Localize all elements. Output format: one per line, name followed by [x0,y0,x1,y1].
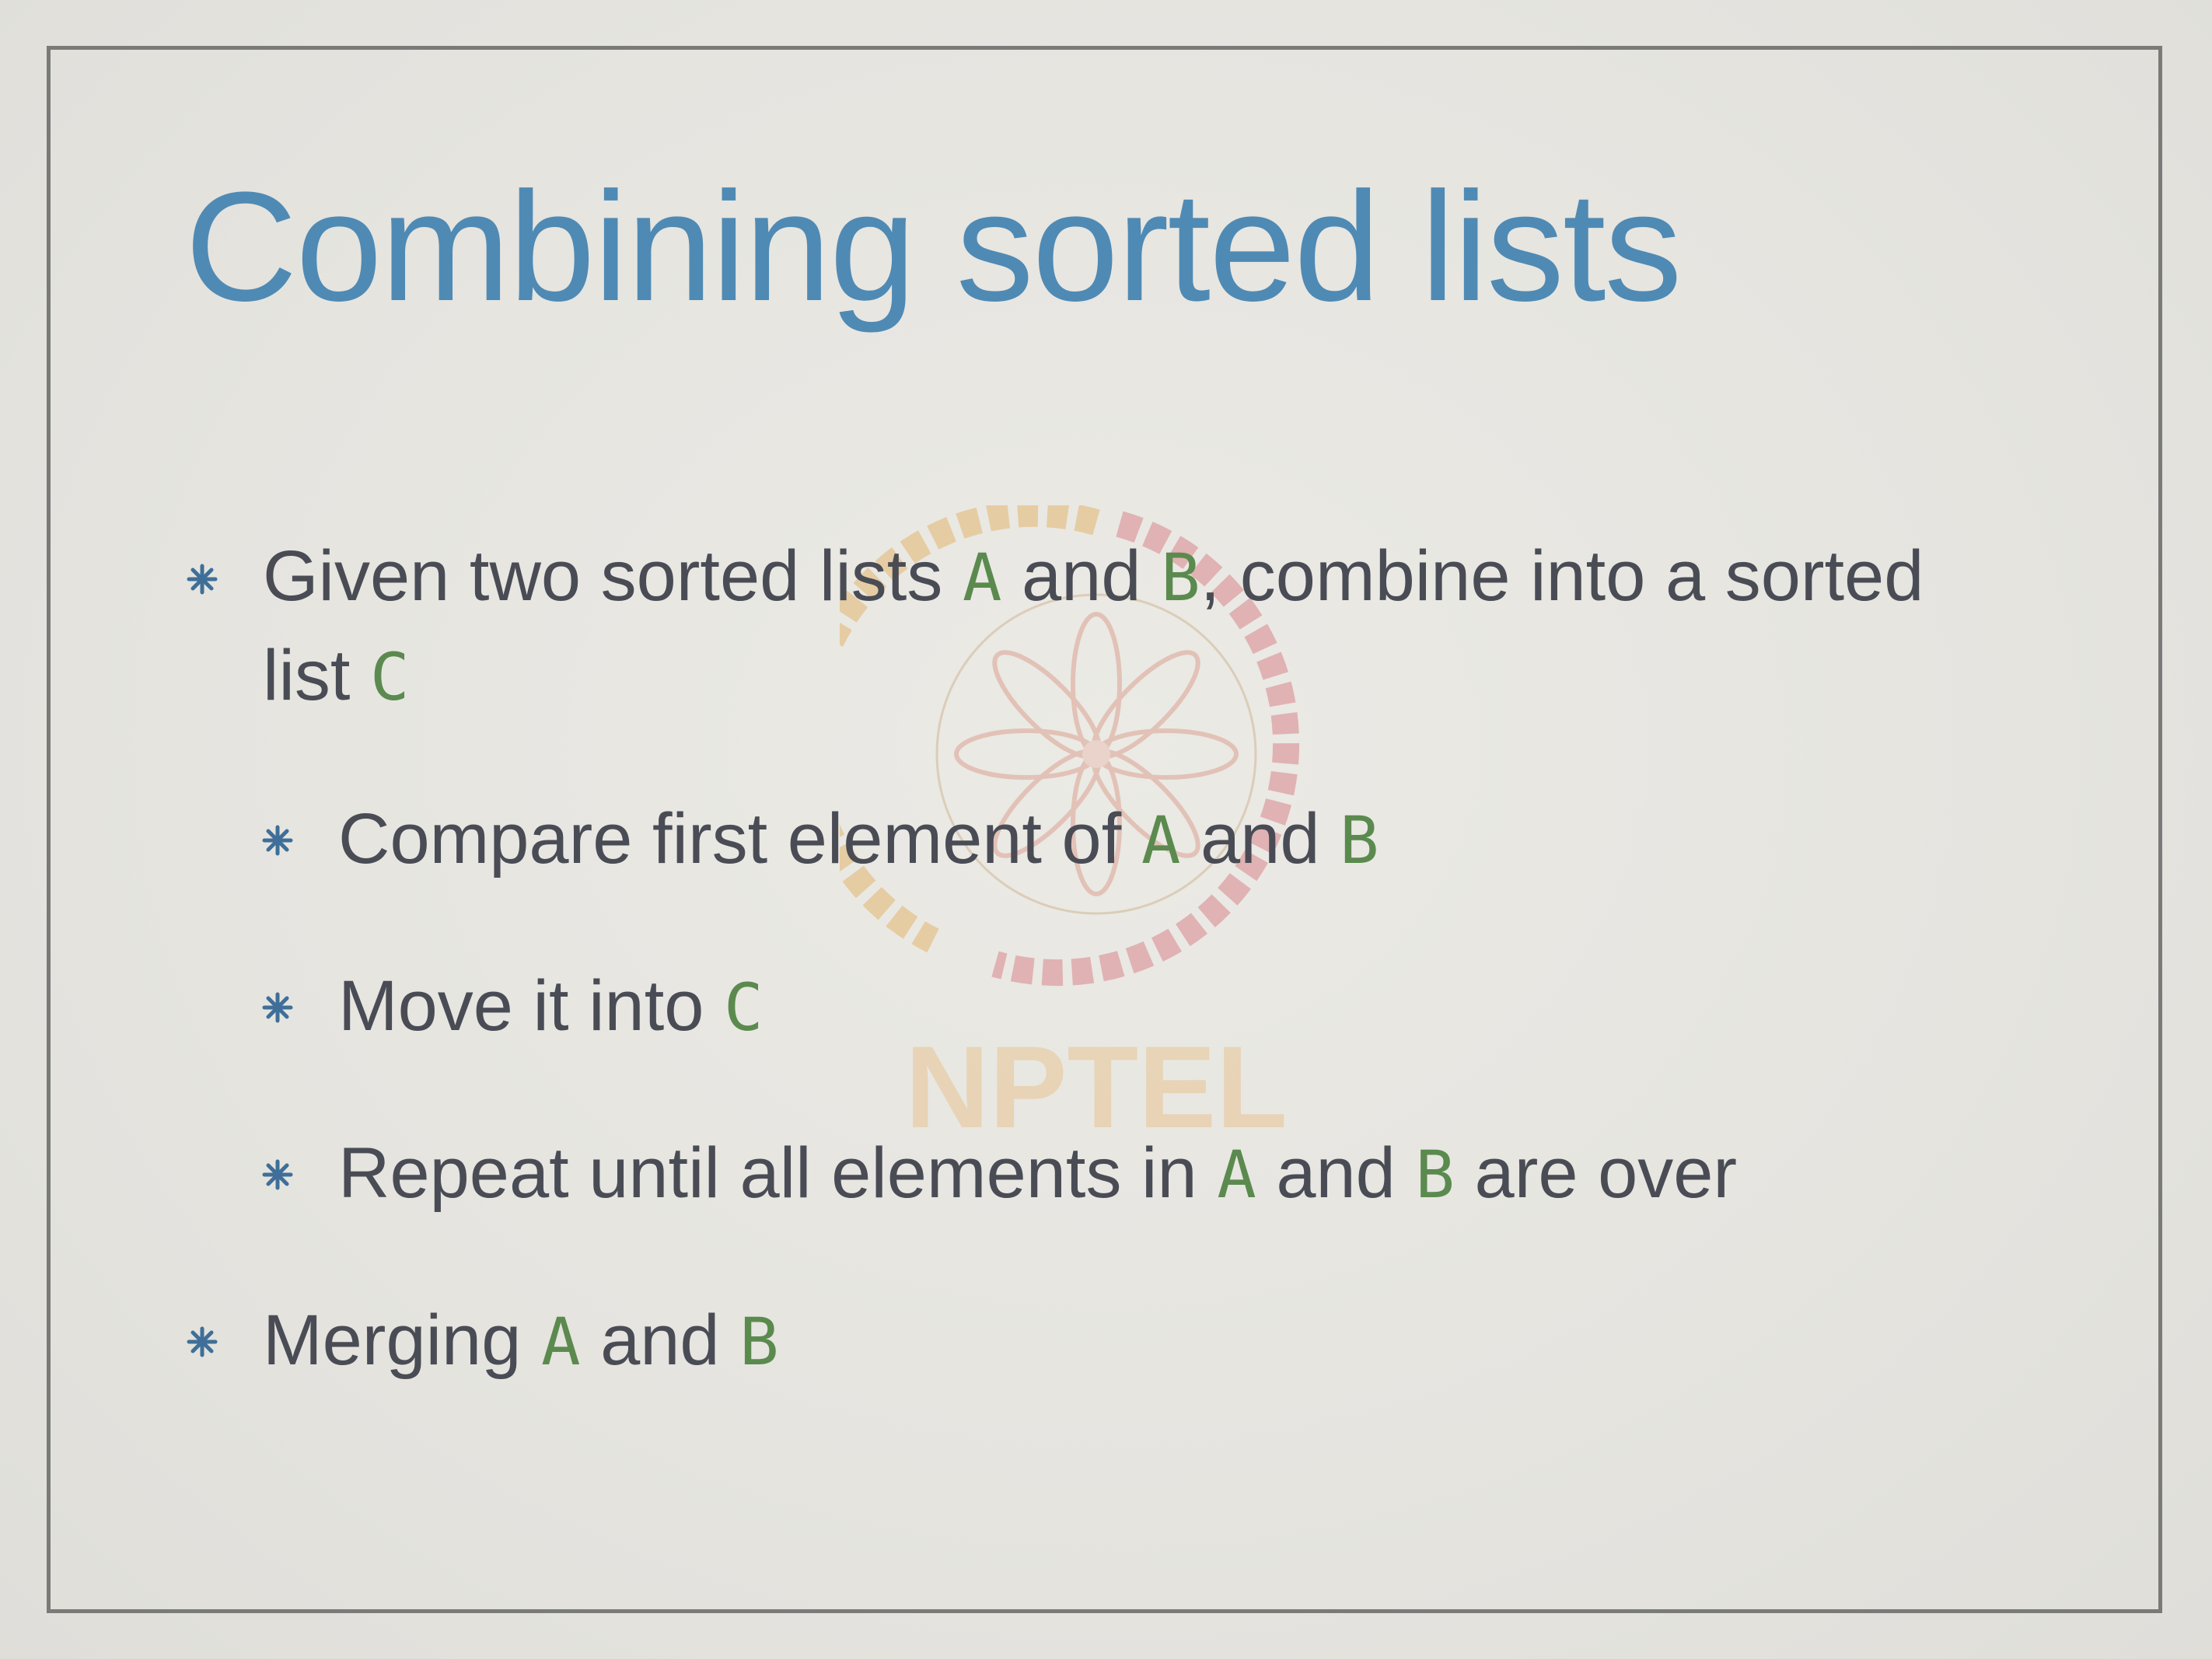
bullet-item-1: Given two sorted lists A and B, combine … [187,527,2012,726]
bullet-text: and [1001,536,1162,616]
code-variable: B [1415,1137,1455,1213]
bullet-text: Compare first element of [338,799,1141,878]
bullet-text: Given two sorted lists [263,536,963,616]
asterisk-bullet-icon [187,564,218,595]
bullet-item-4: Repeat until all elements in A and B are… [262,1124,2126,1224]
code-variable: C [723,969,764,1046]
slide: NPTEL Combining sorted lists Given two s… [0,0,2212,1659]
asterisk-bullet-icon [262,825,293,856]
bullet-item-3: Move it into C [262,957,2049,1057]
bullet-item-5: Merging A and B [187,1291,1973,1391]
bullet-item-2: Compare first element of A and B [262,790,2049,889]
bullet-text: Merging [263,1301,541,1380]
asterisk-bullet-icon [262,992,293,1023]
code-variable: B [1161,540,1200,616]
code-variable: B [739,1304,779,1380]
code-variable: A [962,540,1002,616]
asterisk-bullet-icon [262,1159,293,1190]
bullet-text: and [580,1301,740,1380]
slide-title: Combining sorted lists [185,160,1682,334]
bullet-text: Repeat until all elements in [338,1133,1218,1213]
code-variable: C [370,639,410,715]
code-variable: A [540,1304,581,1380]
code-variable: B [1340,802,1379,878]
bullet-text: Move it into [338,966,724,1046]
bullet-text: and [1180,799,1340,878]
code-variable: A [1217,1137,1256,1213]
code-variable: A [1141,802,1181,878]
bullet-text: are over [1454,1133,1738,1213]
bullet-text: and [1256,1133,1416,1213]
asterisk-bullet-icon [187,1326,218,1357]
